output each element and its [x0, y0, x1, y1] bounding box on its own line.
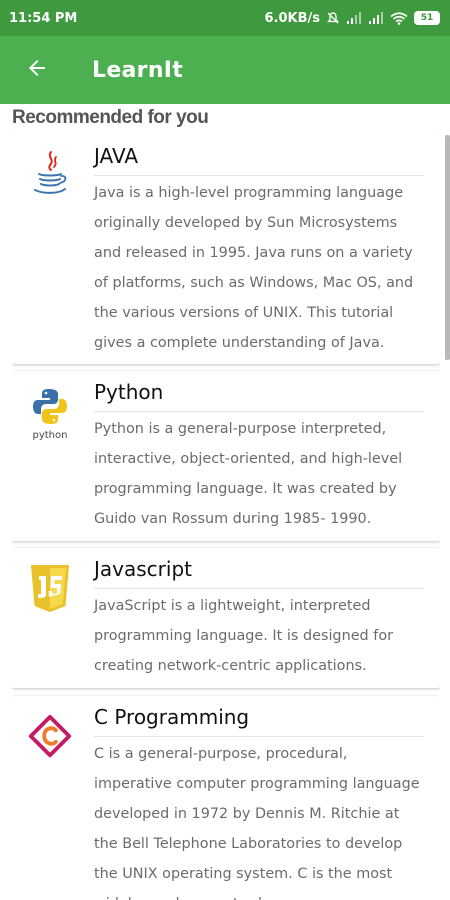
- course-description: JavaScript is a lightweight, interpreted…: [94, 598, 394, 674]
- python-logo-text: python: [33, 430, 68, 441]
- signal-icon: [368, 12, 384, 24]
- course-card-python[interactable]: python Python Python is a general-purpos…: [12, 371, 440, 541]
- python-logo-icon: python: [26, 385, 74, 441]
- scrollbar[interactable]: [445, 135, 450, 360]
- mute-icon: [326, 11, 340, 25]
- network-speed: 6.0KB/s: [264, 10, 321, 26]
- signal-icon: [346, 12, 362, 24]
- course-title: Python: [94, 379, 424, 412]
- section-title: Recommended for you: [12, 107, 209, 128]
- course-list[interactable]: JAVA Java is a high-level programming la…: [12, 135, 440, 900]
- status-time: 11:54 PM: [9, 10, 78, 26]
- course-card-javascript[interactable]: Javascript JavaScript is a lightweight, …: [12, 548, 440, 688]
- course-description: Python is a general-purpose interpreted,…: [94, 421, 403, 527]
- javascript-logo-icon: [26, 562, 74, 618]
- arrow-left-icon: [25, 56, 49, 84]
- app-bar: LearnIt: [0, 36, 450, 104]
- app-title: LearnIt: [92, 57, 184, 83]
- course-card-c-programming[interactable]: C Programming C is a general-purpose, pr…: [12, 696, 440, 900]
- wifi-icon: [390, 11, 408, 25]
- course-title: Javascript: [94, 556, 424, 589]
- c-logo-icon: [26, 710, 74, 766]
- course-description: Java is a high-level programming languag…: [94, 185, 414, 351]
- back-button[interactable]: [2, 36, 72, 104]
- status-icons: 6.0KB/s 51: [264, 10, 440, 26]
- java-logo-icon: [26, 149, 74, 205]
- battery-icon: 51: [414, 11, 440, 25]
- course-title: C Programming: [94, 704, 424, 737]
- course-description: C is a general-purpose, procedural, impe…: [94, 746, 420, 900]
- status-bar: 11:54 PM 6.0KB/s 51: [0, 0, 450, 36]
- course-title: JAVA: [94, 143, 424, 176]
- course-card-java[interactable]: JAVA Java is a high-level programming la…: [12, 135, 440, 364]
